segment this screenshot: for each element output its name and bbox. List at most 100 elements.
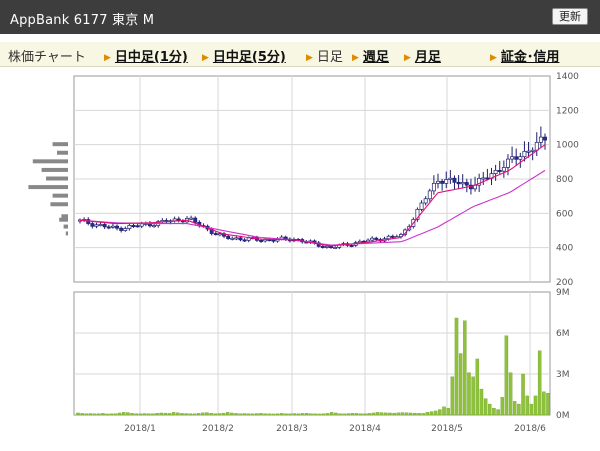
volume-profile-bar <box>41 167 68 172</box>
candle-down <box>115 225 119 229</box>
candle-down <box>119 227 124 231</box>
price-tick-label: 200 <box>556 278 573 288</box>
volume-bar <box>171 412 176 416</box>
volume-profile-bar <box>57 150 68 155</box>
volume-bar <box>271 413 276 416</box>
volume-bar <box>122 412 126 416</box>
volume-bar <box>146 413 151 416</box>
volume-bar <box>533 395 538 416</box>
candle-down <box>242 239 247 242</box>
volume-profile-bar <box>28 185 68 190</box>
volume-bar <box>421 413 425 416</box>
x-tick-label: 2018/4 <box>349 424 381 434</box>
candle-down <box>440 180 445 184</box>
volume-bar <box>250 413 255 416</box>
volume-bar <box>433 410 438 416</box>
volume-bar <box>450 376 455 416</box>
volume-bar <box>396 412 401 416</box>
price-tick-label: 1000 <box>556 141 579 151</box>
volume-bar <box>359 413 363 416</box>
volume-bar <box>479 388 484 416</box>
volume-bar <box>126 412 130 416</box>
volume-profile-bar <box>32 159 68 164</box>
volume-bar <box>221 412 226 416</box>
candle-up <box>366 239 371 243</box>
volume-bar <box>305 413 309 416</box>
candle-down <box>514 156 519 160</box>
candle-up <box>444 179 449 184</box>
candle-up <box>189 217 194 220</box>
volume-bar <box>529 403 534 416</box>
volume-bar <box>142 413 147 416</box>
volume-bar <box>246 413 251 416</box>
candle-up <box>110 225 115 228</box>
candle-down <box>349 245 354 247</box>
volume-bar <box>213 413 218 416</box>
volume-bar <box>217 413 222 416</box>
volume-bar <box>375 412 380 416</box>
candle-up <box>370 237 375 241</box>
candle-up <box>152 225 157 228</box>
volume-bar <box>512 401 517 416</box>
candle-down <box>452 177 457 183</box>
volume-bar <box>367 413 371 416</box>
candle-up <box>357 240 362 243</box>
volume-bar <box>408 412 413 416</box>
volume-bar <box>259 413 263 416</box>
candle-down <box>131 225 136 227</box>
volume-bar <box>309 413 313 416</box>
candle-up <box>123 228 128 231</box>
candle-up <box>324 245 329 248</box>
candle-down <box>193 217 198 223</box>
volume-bar <box>379 412 384 416</box>
volume-bar <box>92 413 97 416</box>
stock-chart: 1400 1200 1000 800 600 400 2009M 6M 3M 0M 2018/1 20… <box>28 72 579 434</box>
volume-profile-bar <box>50 202 68 207</box>
volume-bar <box>325 413 330 416</box>
volume-bar <box>496 409 500 416</box>
volume-bar <box>329 412 334 416</box>
volume-bar <box>292 413 297 416</box>
volume-bar <box>542 391 546 416</box>
volume-bar <box>458 353 463 416</box>
candle-up <box>98 224 103 226</box>
volume-bar <box>425 412 430 416</box>
volume-bar <box>508 372 513 416</box>
price-tick-label: 600 <box>556 209 573 219</box>
volume-tick-label: 0M <box>556 411 570 421</box>
volume-bar <box>417 413 421 416</box>
volume-tick-label: 3M <box>556 370 570 380</box>
volume-bar <box>163 412 168 416</box>
volume-bar <box>446 408 450 416</box>
volume-profile-bar <box>63 224 68 229</box>
volume-bar <box>97 413 101 416</box>
volume-profile-bar <box>65 231 68 236</box>
volume-bar <box>80 413 84 416</box>
volume-bar <box>284 413 288 416</box>
volume-bar <box>180 413 184 416</box>
volume-bar <box>263 413 267 416</box>
candle-down <box>271 239 276 242</box>
volume-bar <box>288 413 292 416</box>
volume-bar <box>371 412 376 416</box>
price-tick-label: 1200 <box>556 106 579 116</box>
volume-bar <box>275 413 280 416</box>
volume-bar <box>155 413 159 416</box>
candle-down <box>464 182 469 186</box>
volume-bar <box>134 413 138 416</box>
volume-bar <box>84 413 89 416</box>
volume-bar <box>471 376 475 416</box>
candle-up <box>493 170 498 174</box>
volume-bar <box>338 413 342 416</box>
volume-bar <box>429 411 434 416</box>
volume-bar <box>255 413 259 416</box>
volume-bar <box>205 412 209 416</box>
volume-bar <box>230 412 234 416</box>
candle-up <box>234 237 239 240</box>
volume-bar <box>500 397 504 416</box>
volume-profile-bar <box>52 193 68 198</box>
volume-bar <box>296 413 301 416</box>
candle-up <box>427 190 432 200</box>
candle-up <box>333 247 338 249</box>
candle-up <box>522 151 527 158</box>
